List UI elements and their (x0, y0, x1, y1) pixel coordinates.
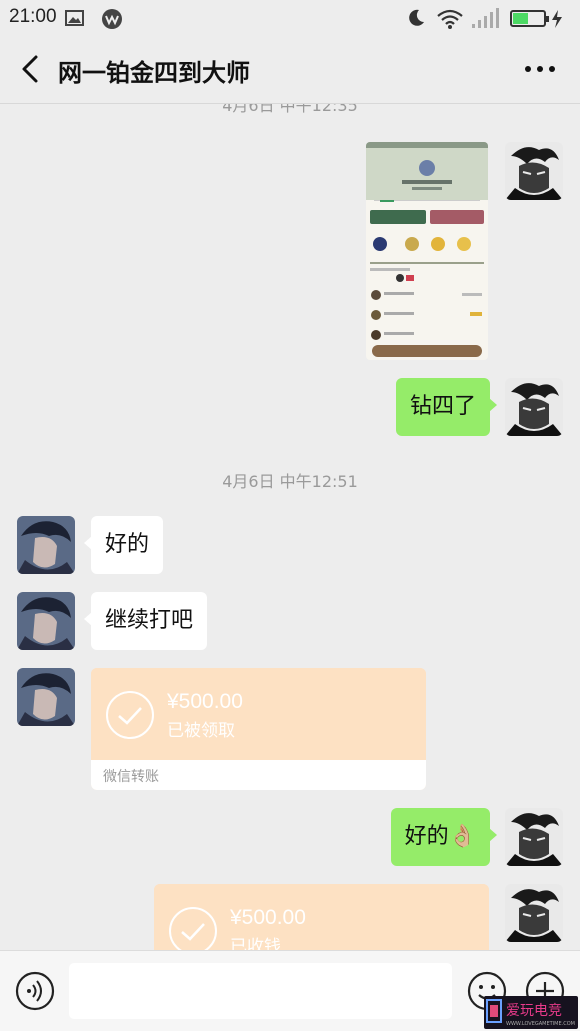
transfer-footer: 微信转账 (91, 760, 426, 790)
transfer-card-body: ¥500.00 已被领取 (91, 668, 426, 760)
received-message[interactable]: 继续打吧 (83, 592, 208, 650)
voice-icon[interactable] (15, 971, 55, 1011)
transfer-card-body: ¥500.00 已收钱 (154, 884, 489, 950)
watermark-title: 爱玩电竞 (506, 1002, 562, 1019)
transfer-status: 已收钱 (230, 937, 281, 950)
transfer-amount: ¥500.00 (167, 690, 243, 713)
sent-message[interactable]: 钻四了 (395, 378, 498, 436)
chat-title: 网一铂金四到大师 (58, 59, 250, 87)
received-message[interactable]: 好的 (83, 516, 164, 574)
my-avatar[interactable] (505, 884, 563, 942)
site-watermark: 爱玩电竞 WWW.LOVEGAMETIME.COM (484, 996, 578, 1029)
sent-message[interactable]: 好的👌🏼 (390, 808, 498, 866)
transfer-card[interactable]: ¥500.00 已被领取 微信转账 (91, 668, 426, 790)
chat-header: 网一铂金四到大师 (0, 36, 580, 104)
more-icon[interactable] (520, 54, 560, 84)
weibo-icon (102, 9, 122, 29)
status-bar: 21:00 (0, 0, 580, 36)
back-arrow-icon[interactable] (14, 52, 48, 86)
transfer-amount: ¥500.00 (230, 906, 306, 929)
battery-icon (510, 10, 562, 28)
check-icon (169, 907, 217, 950)
timestamp: 4月6日 中午12:35 (222, 104, 358, 115)
transfer-status: 已被领取 (167, 721, 235, 741)
my-avatar[interactable] (505, 142, 563, 200)
image-icon (65, 10, 84, 26)
my-avatar[interactable] (505, 378, 563, 436)
moon-icon (409, 9, 424, 26)
transfer-card[interactable]: ¥500.00 已收钱 (154, 884, 489, 950)
chat-history[interactable]: 4月6日 中午12:35 钻四了 4月6日 中午12:51 好的 继续打吧 ¥5… (0, 104, 580, 950)
image-message[interactable] (366, 142, 488, 360)
status-time: 21:00 (9, 6, 57, 27)
contact-avatar[interactable] (17, 668, 75, 726)
message-input[interactable] (69, 963, 452, 1019)
timestamp: 4月6日 中午12:51 (222, 472, 358, 491)
watermark-url: WWW.LOVEGAMETIME.COM (506, 1021, 575, 1027)
contact-avatar[interactable] (17, 516, 75, 574)
check-icon (106, 691, 154, 739)
contact-avatar[interactable] (17, 592, 75, 650)
wifi-icon (437, 9, 463, 29)
signal-icon (472, 8, 499, 28)
my-avatar[interactable] (505, 808, 563, 866)
